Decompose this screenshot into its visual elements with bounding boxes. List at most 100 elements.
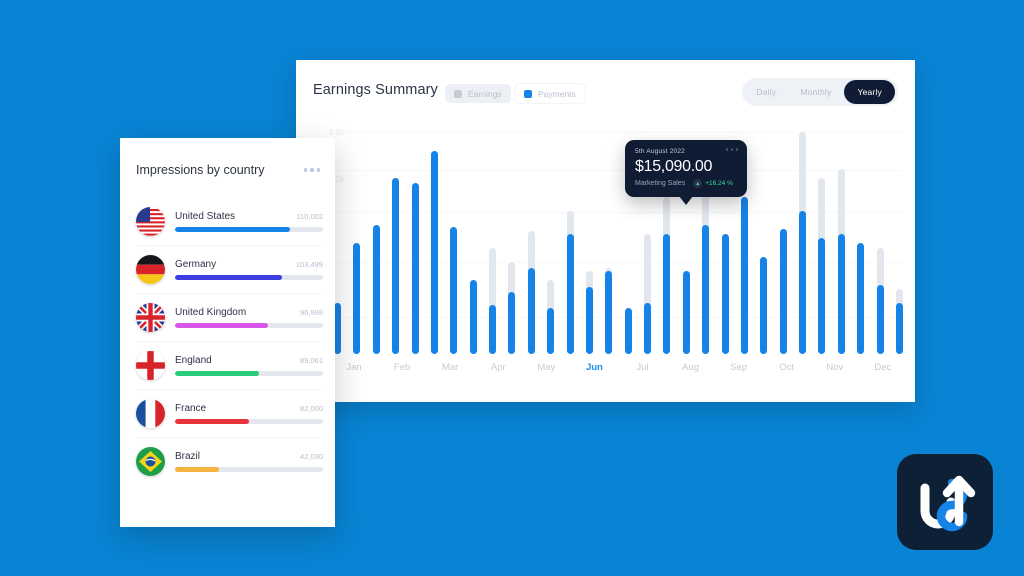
progress-fill <box>175 227 291 232</box>
progress-track <box>175 467 323 472</box>
bar-group[interactable] <box>372 132 380 354</box>
earnings-summary-card: Earnings Summary Earnings Payments Daily… <box>296 60 915 402</box>
country-row-header: France 82,000 <box>175 403 323 414</box>
country-info: England 89,061 <box>175 355 323 376</box>
status-badge: ▴ +16.24 % <box>693 179 733 188</box>
country-name: England <box>175 355 212 366</box>
list-item[interactable]: Brazil 42,030 <box>136 438 323 485</box>
badge-text: +16.24 % <box>705 180 733 187</box>
country-name: Germany <box>175 259 217 270</box>
bar-payments <box>469 280 477 354</box>
country-row-header: England 89,061 <box>175 355 323 366</box>
bar-series-container <box>334 132 903 354</box>
brand-logo <box>897 454 993 550</box>
bar-group[interactable] <box>895 132 903 354</box>
ellipsis-icon[interactable] <box>725 148 738 151</box>
bar-group[interactable] <box>876 132 884 354</box>
progress-fill <box>175 323 269 328</box>
bar-group[interactable] <box>799 132 806 354</box>
bar-group[interactable] <box>818 132 826 354</box>
x-axis-tick: Dec <box>874 362 892 373</box>
bar-group[interactable] <box>334 132 341 354</box>
list-item[interactable]: England 89,061 <box>136 342 323 390</box>
bar-group[interactable] <box>392 132 400 354</box>
bar-payments <box>857 243 865 354</box>
list-item[interactable]: United States 110,002 <box>136 198 323 246</box>
country-impressions-value: 110,002 <box>296 212 323 221</box>
range-option-monthly[interactable]: Monthly <box>789 81 842 103</box>
bar-payments <box>760 256 768 354</box>
bar-group[interactable] <box>547 132 555 354</box>
bar-payments <box>353 243 361 354</box>
bar-payments <box>818 238 826 354</box>
card-title: Impressions by country <box>136 163 265 177</box>
country-info: Brazil 42,030 <box>175 451 323 472</box>
country-impressions-value: 89,061 <box>300 356 323 365</box>
bar-payments <box>682 270 690 354</box>
x-axis-tick: Oct <box>779 362 795 373</box>
x-axis: Jan Feb Mar Apr May Jun Jul Aug Sep Oct Nov Dec <box>334 362 903 373</box>
list-item[interactable]: United Kingdom 96,998 <box>136 294 323 342</box>
country-info: Germany 103,499 <box>175 259 323 280</box>
bar-group[interactable] <box>450 132 458 354</box>
country-row-header: Brazil 42,030 <box>175 451 323 462</box>
bar-payments <box>663 233 671 354</box>
legend-item-payments[interactable]: Payments <box>515 84 585 103</box>
country-name: France <box>175 403 207 414</box>
bar-payments <box>489 305 496 354</box>
ellipsis-icon[interactable] <box>303 168 320 172</box>
bar-group[interactable] <box>566 132 574 354</box>
bar-group[interactable] <box>411 132 419 354</box>
bar-group[interactable] <box>837 132 845 354</box>
bar-payments <box>876 284 884 354</box>
x-axis-tick: Aug <box>682 362 699 373</box>
bar-group[interactable] <box>353 132 361 354</box>
legend-label-payments: Payments <box>538 88 576 99</box>
country-name: United Kingdom <box>175 307 247 318</box>
country-row-header: United States 110,002 <box>175 211 323 222</box>
fr-flag-icon <box>136 399 165 428</box>
bar-payments <box>624 307 632 354</box>
country-row-header: Germany 103,499 <box>175 259 323 270</box>
chart-header: Earnings Summary Earnings Payments Daily… <box>296 60 915 126</box>
range-option-daily[interactable]: Daily <box>745 81 787 103</box>
bar-group[interactable] <box>857 132 865 354</box>
list-item[interactable]: Germany 103,499 <box>136 246 323 294</box>
bar-group[interactable] <box>489 132 496 354</box>
bar-group[interactable] <box>508 132 516 354</box>
x-axis-tick: Sep <box>730 362 748 373</box>
bar-group[interactable] <box>430 132 438 354</box>
bar-group[interactable] <box>605 132 613 354</box>
country-info: United Kingdom 96,998 <box>175 307 323 328</box>
tooltip-label: Marketing Sales <box>635 180 686 187</box>
x-axis-tick: Nov <box>826 362 844 373</box>
en-flag-icon <box>136 351 165 380</box>
country-impressions-value: 96,998 <box>300 308 323 317</box>
country-impressions-value: 42,030 <box>300 452 323 461</box>
bar-group[interactable] <box>527 132 535 354</box>
bar-payments <box>605 270 613 354</box>
x-axis-tick: Mar <box>441 362 459 373</box>
country-name: United States <box>175 211 236 222</box>
range-toggle-group[interactable]: Daily Monthly Yearly <box>742 78 898 106</box>
progress-track <box>175 227 323 232</box>
logo-mark-icon <box>920 475 976 532</box>
bar-payments <box>740 196 748 354</box>
legend-item-earnings[interactable]: Earnings <box>445 84 511 103</box>
progress-track <box>175 323 323 328</box>
x-axis-tick: Feb <box>393 362 411 373</box>
bar-payments <box>508 291 516 354</box>
country-list: United States 110,002 Germany 103,499 United… <box>136 198 323 485</box>
country-info: United States 110,002 <box>175 211 323 232</box>
bar-group[interactable] <box>469 132 477 354</box>
range-option-yearly[interactable]: Yearly <box>844 80 895 104</box>
bar-group[interactable] <box>779 132 787 354</box>
bar-payments <box>411 182 419 354</box>
x-axis-tick: Apr <box>490 362 506 373</box>
tooltip-footer: Marketing Sales ▴ +16.24 % <box>635 179 737 188</box>
bar-group[interactable] <box>585 132 593 354</box>
progress-track <box>175 419 323 424</box>
bar-group[interactable] <box>760 132 768 354</box>
list-item[interactable]: France 82,000 <box>136 390 323 438</box>
country-row-header: United Kingdom 96,998 <box>175 307 323 318</box>
